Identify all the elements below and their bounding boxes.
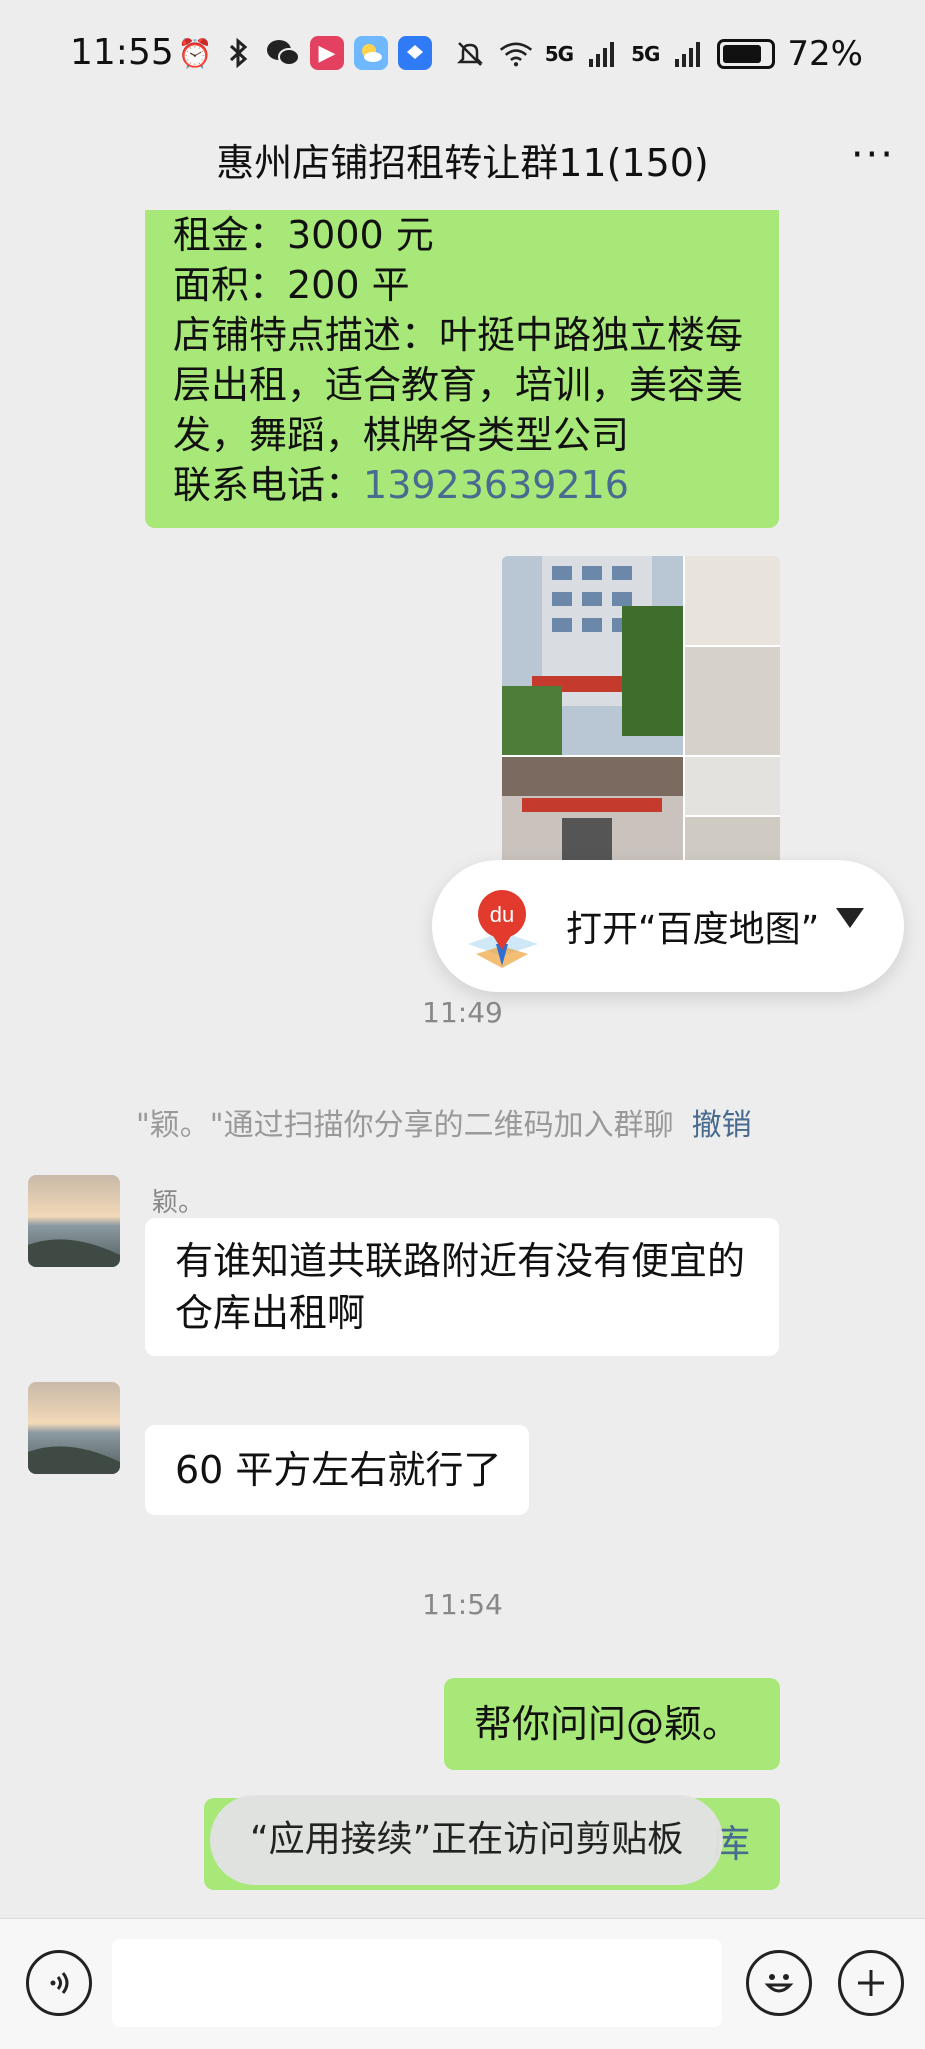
avatar[interactable] xyxy=(28,1382,120,1474)
input-bar xyxy=(0,1918,925,2049)
phone-link[interactable]: 13923639216 xyxy=(363,463,629,507)
message-line-1: 有谁知道共联路附近有没有便宜的 xyxy=(175,1239,746,1283)
open-baidu-map-popup[interactable]: du 打开“百度地图” xyxy=(432,860,904,992)
honor-app-icon xyxy=(398,36,432,70)
my-message[interactable]: 帮你问问@颖。 xyxy=(444,1678,780,1770)
chat-title: 惠州店铺招租转让群11(150) xyxy=(216,141,709,185)
notification-icons: ⏰ ▶ xyxy=(178,36,432,70)
chat-header: 惠州店铺招租转让群11(150) ··· xyxy=(0,110,925,210)
signal-5g-1: 5G xyxy=(544,42,574,66)
voice-icon[interactable] xyxy=(26,1950,92,2016)
chat-area[interactable]: 租金：3000 元 面积：200 平 店铺特点描述：叶挺中路独立楼每 层出租，适… xyxy=(0,210,925,1915)
svg-text:du: du xyxy=(490,902,514,927)
system-icons: 5G 5G 72% xyxy=(453,34,863,74)
plus-icon[interactable] xyxy=(838,1950,904,2016)
mute-icon xyxy=(453,37,487,71)
timestamp: 11:49 xyxy=(422,996,503,1029)
wifi-icon xyxy=(499,37,533,71)
desc-line-3: 发，舞蹈，棋牌各类型公司 xyxy=(173,413,630,457)
message-text: 60 平方左右就行了 xyxy=(175,1448,502,1492)
message-line-2: 仓库出租啊 xyxy=(175,1291,366,1335)
alarm-icon: ⏰ xyxy=(177,36,213,70)
clipboard-toast: “应用接续”正在访问剪贴板 xyxy=(210,1795,724,1885)
bluetooth-icon xyxy=(222,36,256,70)
avatar[interactable] xyxy=(28,1175,120,1267)
desc-line-1: 店铺特点描述：叶挺中路独立楼每 xyxy=(173,313,744,357)
shop-photo[interactable] xyxy=(502,556,780,876)
join-notice: "颖。"通过扫描你分享的二维码加入群聊 xyxy=(136,1108,674,1143)
signal-5g-2: 5G xyxy=(631,42,660,66)
battery-percent: 72% xyxy=(787,34,863,74)
wechat-icon xyxy=(266,36,300,70)
timestamp: 11:54 xyxy=(422,1588,503,1621)
video-app-icon: ▶ xyxy=(310,36,344,70)
more-icon[interactable]: ··· xyxy=(851,132,895,178)
open-baidu-map-label: 打开“百度地图” xyxy=(566,909,820,950)
system-message: "颖。"通过扫描你分享的二维码加入群聊 撤销 xyxy=(136,1100,752,1144)
phone-label: 联系电话： xyxy=(173,463,364,507)
baidu-map-icon: du xyxy=(452,882,552,974)
caret-down-icon[interactable] xyxy=(836,908,864,928)
battery-icon xyxy=(717,39,776,69)
message-text: 帮你问问@颖。 xyxy=(474,1702,741,1746)
rent-line: 租金：3000 元 xyxy=(173,213,434,257)
phone-line: 联系电话：13923639216 xyxy=(173,460,629,510)
sender-nickname: 颖。 xyxy=(152,1188,205,1218)
area-line: 面积：200 平 xyxy=(173,263,410,307)
signal-icon xyxy=(671,37,705,71)
weather-app-icon xyxy=(354,36,388,70)
status-bar: 11:55 ⏰ ▶ 5G 5G 72% xyxy=(0,0,925,110)
chat-message[interactable]: 有谁知道共联路附近有没有便宜的 仓库出租啊 xyxy=(145,1218,779,1356)
message-input[interactable] xyxy=(112,1939,722,2027)
signal-icon xyxy=(585,37,619,71)
desc-line-2: 层出租，适合教育，培训，美容美 xyxy=(173,363,744,407)
status-time: 11:55 xyxy=(70,32,174,73)
undo-link[interactable]: 撤销 xyxy=(692,1108,752,1143)
chat-message[interactable]: 60 平方左右就行了 xyxy=(145,1425,529,1515)
listing-message[interactable]: 租金：3000 元 面积：200 平 店铺特点描述：叶挺中路独立楼每 层出租，适… xyxy=(145,210,779,528)
emoji-icon[interactable] xyxy=(746,1950,812,2016)
